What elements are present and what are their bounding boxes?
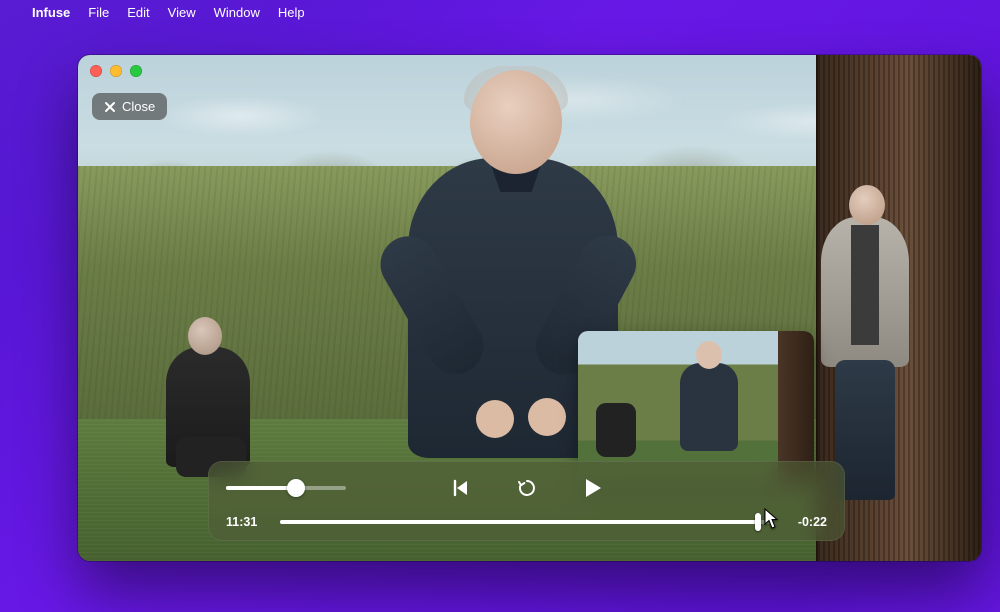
window-close-button[interactable]: [90, 65, 102, 77]
volume-slider[interactable]: [226, 486, 361, 490]
skip-back-icon: [451, 478, 471, 498]
menu-help[interactable]: Help: [278, 5, 305, 20]
desktop: Infuse File Edit View Window Help: [0, 0, 1000, 612]
play-button[interactable]: [581, 476, 605, 500]
close-button[interactable]: Close: [92, 93, 167, 120]
menu-edit[interactable]: Edit: [127, 5, 149, 20]
mouse-cursor: [764, 508, 780, 530]
skip-back-button[interactable]: [449, 476, 473, 500]
menu-file[interactable]: File: [88, 5, 109, 20]
window-traffic-lights: [90, 65, 142, 77]
player-window: Close 11:31: [78, 55, 981, 561]
scene-person-seated: [148, 317, 268, 477]
window-minimize-button[interactable]: [110, 65, 122, 77]
progress-handle[interactable]: [755, 513, 761, 531]
playback-controls: 11:31 -0:22: [208, 461, 845, 541]
menubar: Infuse File Edit View Window Help: [0, 0, 1000, 24]
menu-view[interactable]: View: [168, 5, 196, 20]
app-menu[interactable]: Infuse: [32, 5, 70, 20]
volume-thumb[interactable]: [287, 479, 305, 497]
elapsed-time: 11:31: [226, 515, 266, 529]
close-icon: [104, 101, 116, 113]
remaining-time: -0:22: [787, 515, 827, 529]
window-zoom-button[interactable]: [130, 65, 142, 77]
scene-person-standing: [811, 185, 921, 505]
replay-button[interactable]: [515, 476, 539, 500]
progress-bar[interactable]: [280, 520, 773, 524]
replay-icon: [516, 477, 538, 499]
play-icon: [583, 477, 603, 499]
transport-controls: [361, 476, 692, 500]
close-button-label: Close: [122, 99, 155, 114]
menu-window[interactable]: Window: [214, 5, 260, 20]
